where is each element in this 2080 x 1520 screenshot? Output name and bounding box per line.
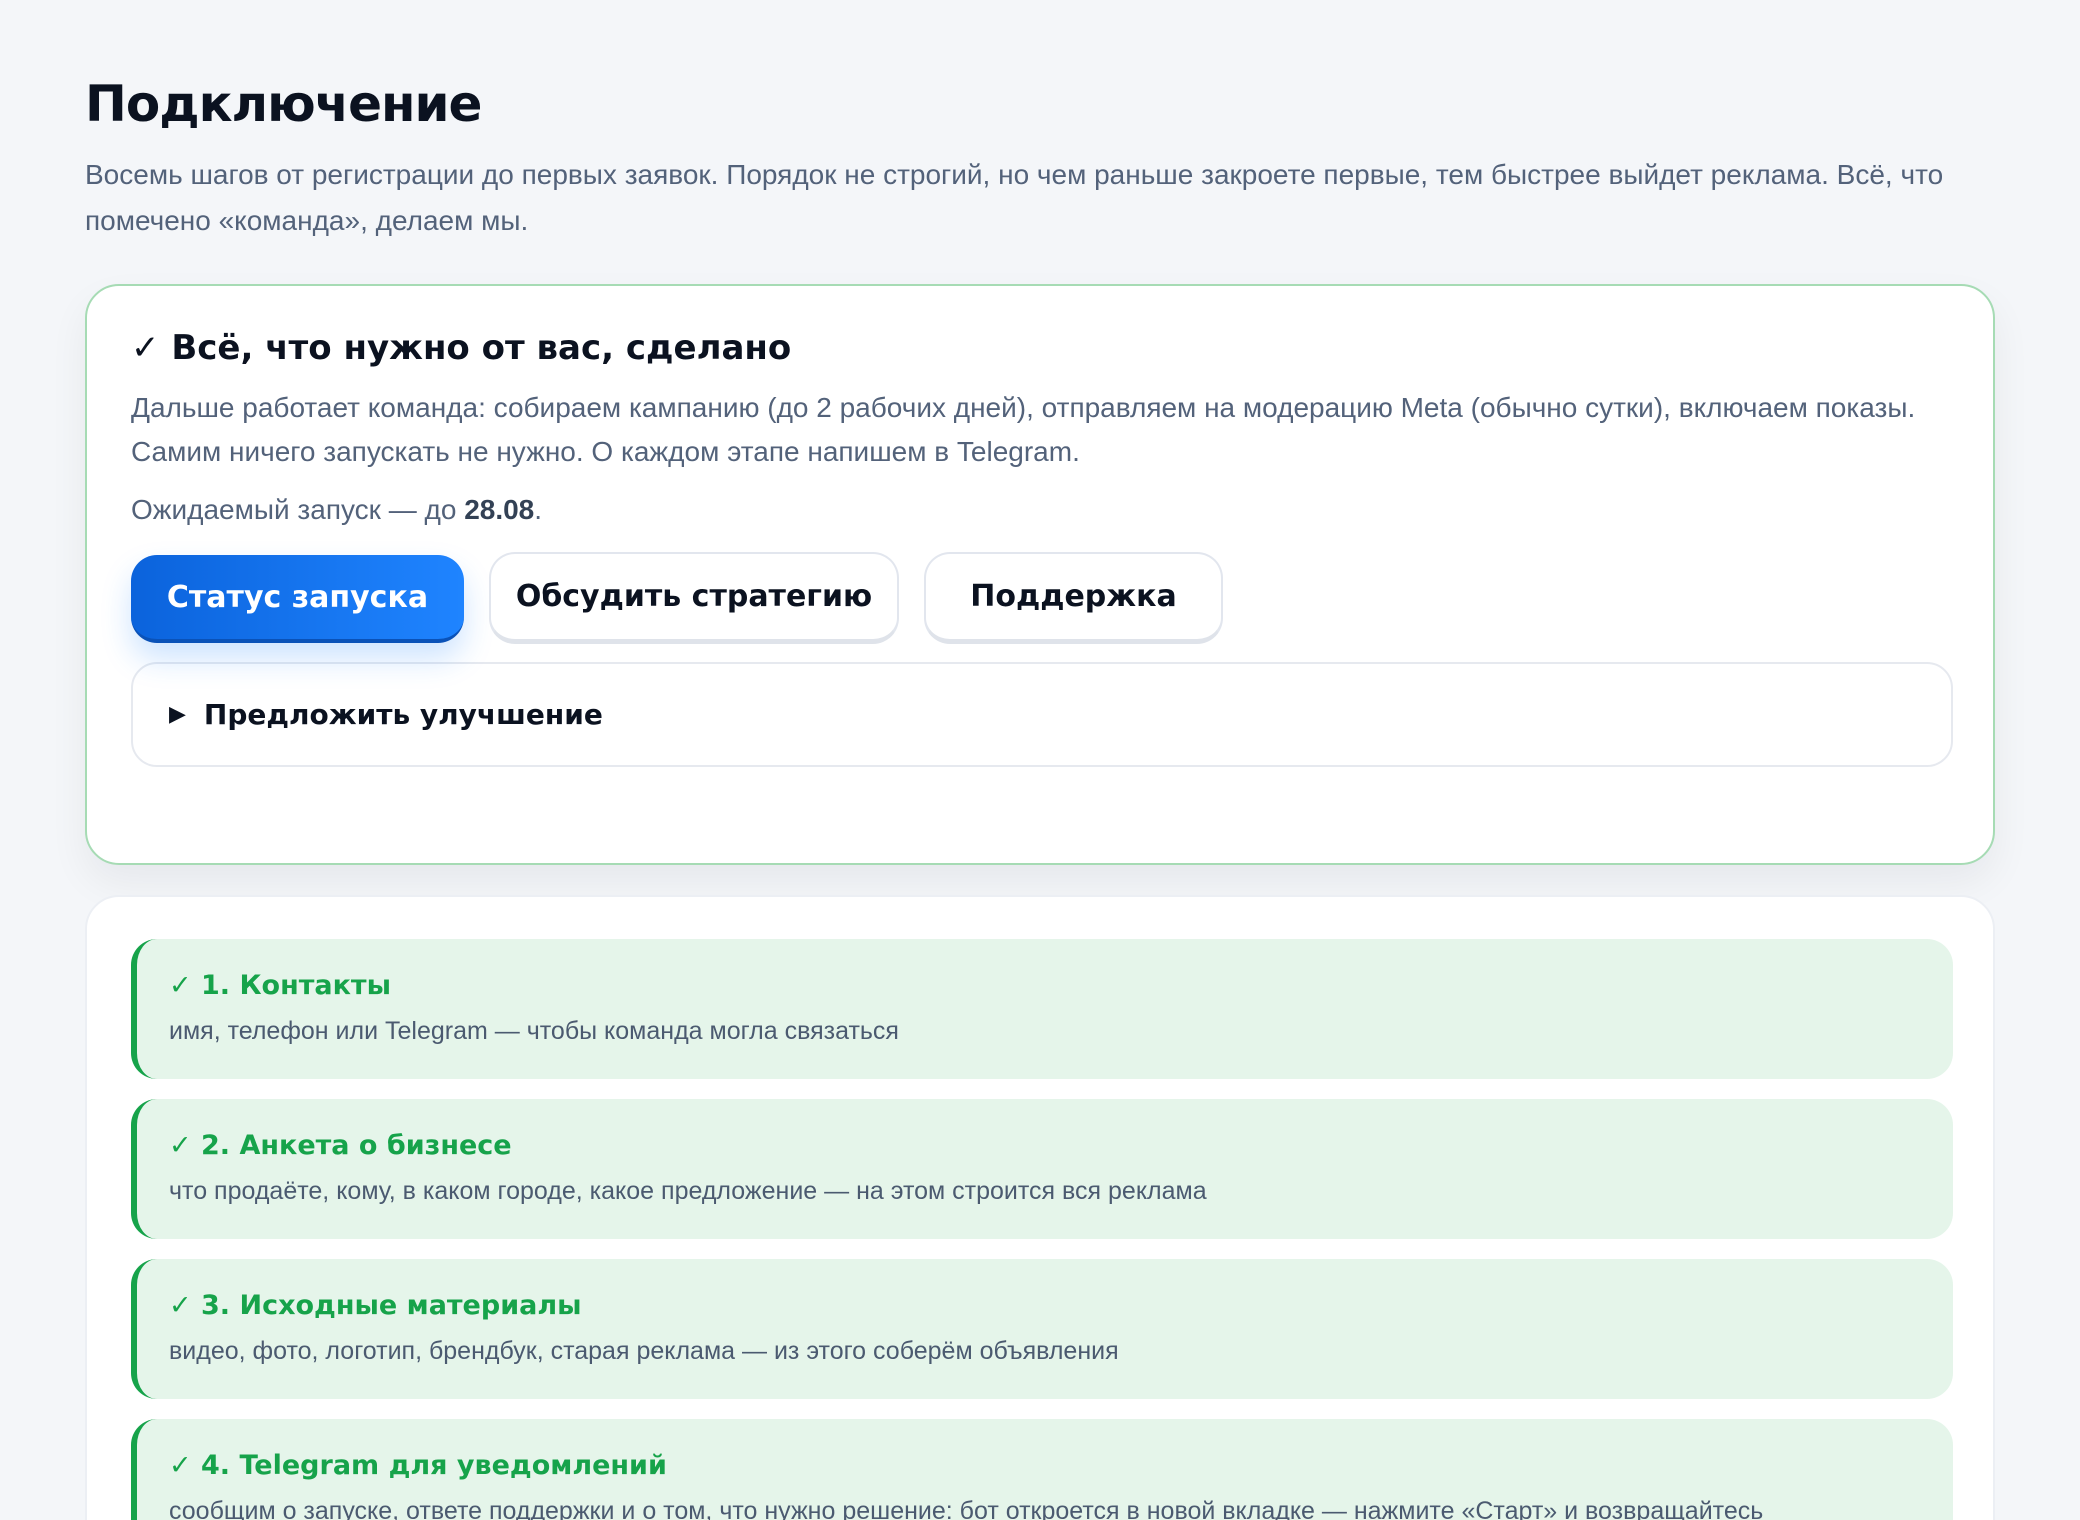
- step-title: ✓ 1. Контакты: [169, 970, 391, 1001]
- step-description: сообщим о запуске, ответе поддержки и о …: [169, 1497, 1764, 1520]
- all-done-description: Дальше работает команда: собираем кампан…: [131, 392, 1916, 467]
- step-title: ✓ 4. Telegram для уведомлений: [169, 1450, 667, 1481]
- step-item-contacts[interactable]: ✓ 1. Контакты имя, телефон или Telegram …: [131, 939, 1953, 1079]
- step-description: видео, фото, логотип, брендбук, старая р…: [169, 1337, 1119, 1365]
- page-subtitle: Восемь шагов от регистрации до первых за…: [85, 159, 1944, 236]
- page-title: Подключение: [85, 75, 482, 133]
- step-item-telegram[interactable]: ✓ 4. Telegram для уведомлений сообщим о …: [131, 1419, 1953, 1520]
- suggest-improvement-toggle[interactable]: ▶ Предложить улучшение: [131, 662, 1953, 767]
- step-title: ✓ 2. Анкета о бизнесе: [169, 1130, 512, 1161]
- steps-list: ✓ 1. Контакты имя, телефон или Telegram …: [85, 895, 1995, 1520]
- suggest-improvement-label: Предложить улучшение: [203, 698, 603, 731]
- expand-triangle-icon: ▶: [169, 702, 186, 727]
- expected-launch-prefix: Ожидаемый запуск — до: [131, 494, 465, 525]
- step-description: что продаёте, кому, в каком городе, како…: [169, 1177, 1207, 1205]
- expected-launch-date: 28.08: [464, 494, 535, 525]
- step-item-materials[interactable]: ✓ 3. Исходные материалы видео, фото, лог…: [131, 1259, 1953, 1399]
- step-title: ✓ 3. Исходные материалы: [169, 1290, 582, 1321]
- step-description: имя, телефон или Telegram — чтобы команд…: [169, 1017, 899, 1045]
- action-buttons: Статус запуска Обсудить стратегию Поддер…: [131, 552, 1949, 644]
- support-button[interactable]: Поддержка: [924, 552, 1223, 644]
- expected-launch: Ожидаемый запуск — до 28.08.: [131, 490, 1949, 530]
- expected-launch-suffix: .: [534, 494, 543, 525]
- discuss-strategy-button[interactable]: Обсудить стратегию: [489, 552, 899, 644]
- step-item-business-form[interactable]: ✓ 2. Анкета о бизнесе что продаёте, кому…: [131, 1099, 1953, 1239]
- all-done-title: ✓ Всё, что нужно от вас, сделано: [131, 328, 792, 368]
- all-done-card: ✓ Всё, что нужно от вас, сделано Дальше …: [85, 284, 1995, 865]
- onboarding-page: Подключение Восемь шагов от регистрации …: [0, 0, 2080, 1520]
- launch-status-button[interactable]: Статус запуска: [131, 555, 464, 643]
